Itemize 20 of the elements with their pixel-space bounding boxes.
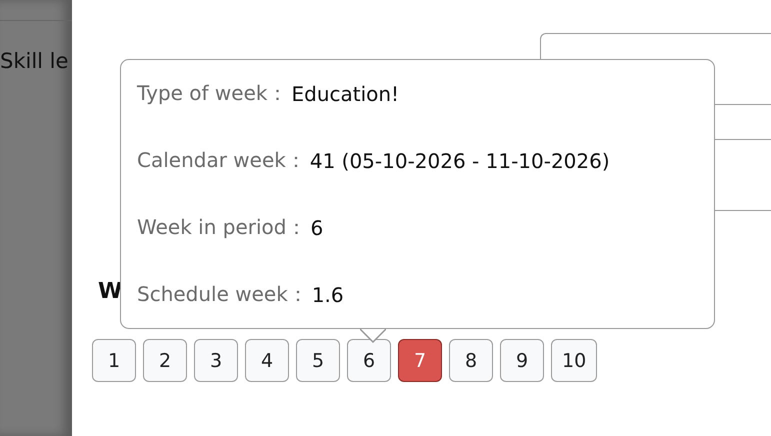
tooltip-value: 41 (05-10-2026 - 11-10-2026) — [310, 148, 610, 172]
tooltip-value: 1.6 — [312, 282, 344, 306]
section-heading: W — [98, 278, 122, 306]
tooltip-label: Type of week： — [137, 80, 288, 107]
week-button[interactable]: 1 — [92, 339, 136, 382]
week-button[interactable]: 3 — [194, 339, 238, 382]
tooltip-label: Week in period： — [137, 214, 306, 241]
tooltip-value: 6 — [310, 216, 324, 240]
week-button[interactable]: 8 — [449, 339, 493, 382]
week-button[interactable]: 10 — [551, 339, 598, 382]
lesson-text: Skill le — [0, 49, 68, 73]
week-button[interactable]: 4 — [245, 339, 289, 382]
week-button[interactable]: 5 — [296, 339, 340, 382]
week-button[interactable]: 6 — [347, 339, 391, 382]
tooltip-value: Education! — [291, 82, 400, 106]
tooltip-label: Calendar week： — [137, 147, 306, 174]
week-button[interactable]: 7 — [398, 339, 442, 382]
week-button[interactable]: 2 — [143, 339, 187, 382]
tooltip-label: Schedule week： — [137, 281, 308, 308]
week-button[interactable]: 9 — [500, 339, 544, 382]
